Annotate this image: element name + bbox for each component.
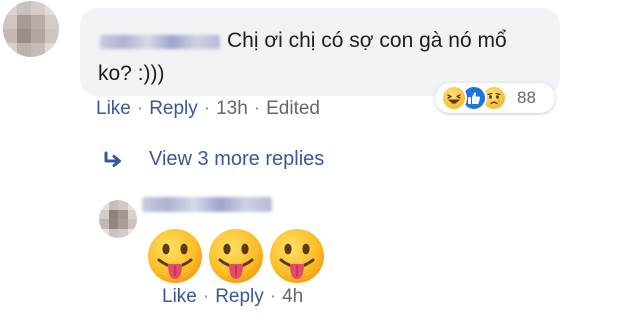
comment-text-line-2: ko? :))) — [98, 62, 165, 85]
reply-arrow-icon — [104, 151, 121, 167]
reply-link[interactable]: Reply — [149, 98, 198, 120]
tongue-out-face-icon — [209, 229, 263, 283]
comment-actions: Like · Reply · 13h · Edited — [96, 98, 320, 120]
separator-dot: · — [136, 98, 144, 119]
reply-author-name-blurred[interactable] — [142, 197, 272, 212]
comment-text-line-1: Chị ơi chị có sợ con gà nó mổ — [227, 29, 507, 52]
tongue-out-face-icon — [270, 229, 324, 283]
separator-dot: · — [203, 98, 211, 119]
reaction-count: 88 — [517, 88, 536, 107]
reaction-summary[interactable]: 88 — [435, 83, 555, 113]
separator-dot: · — [253, 98, 261, 119]
haha-reaction-icon — [441, 85, 467, 111]
separator-dot: · — [202, 286, 210, 307]
like-link[interactable]: Like — [96, 98, 131, 120]
comment-thread: Chị ơi chị có sợ con gà nó mổ ko? :))) 8… — [0, 0, 620, 324]
tongue-out-face-icon — [148, 229, 202, 283]
view-more-replies[interactable]: View 3 more replies — [103, 148, 324, 171]
reply-actions: Like · Reply · 4h — [162, 286, 303, 308]
view-more-replies-label: View 3 more replies — [149, 148, 325, 170]
reply-avatar[interactable] — [99, 200, 137, 238]
separator-dot: · — [269, 286, 277, 307]
reply-reply-link[interactable]: Reply — [215, 286, 264, 308]
timestamp[interactable]: 13h — [216, 98, 248, 120]
author-name-blurred[interactable] — [100, 35, 220, 49]
reply-timestamp[interactable]: 4h — [282, 286, 303, 308]
reply-like-link[interactable]: Like — [162, 286, 197, 308]
avatar[interactable] — [3, 1, 59, 57]
edited-label[interactable]: Edited — [266, 98, 320, 120]
reply-emoji-content — [146, 227, 326, 285]
